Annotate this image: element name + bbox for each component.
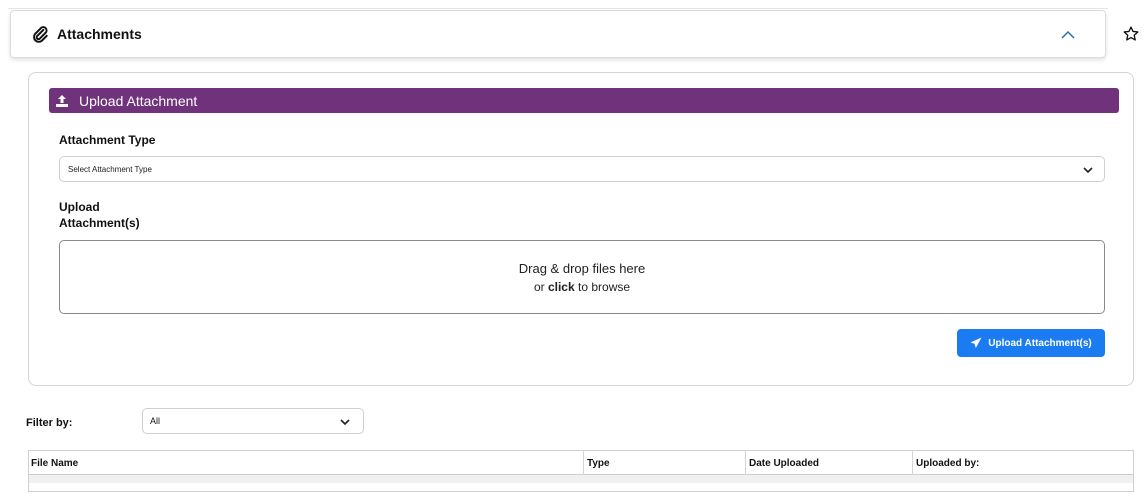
column-header-date-uploaded[interactable]: Date Uploaded	[749, 458, 819, 469]
panel-title: Attachments	[57, 26, 142, 42]
table-row	[29, 475, 1133, 483]
column-divider	[583, 451, 584, 475]
file-dropzone[interactable]: Drag & drop files here or click to brows…	[59, 240, 1105, 314]
attachment-type-label: Attachment Type	[59, 133, 156, 147]
upload-attachments-button[interactable]: Upload Attachment(s)	[957, 329, 1105, 357]
star-icon[interactable]	[1122, 25, 1140, 43]
dropzone-text-line2: or click to browse	[60, 280, 1104, 294]
dropzone-text-line1: Drag & drop files here	[518, 261, 646, 276]
dropzone-suffix: to browse	[574, 280, 631, 294]
upload-button-label: Upload Attachment(s)	[988, 337, 1092, 349]
upload-attachment-card: Upload Attachment Attachment Type Select…	[28, 72, 1134, 386]
column-divider	[745, 451, 746, 475]
chevron-up-icon[interactable]	[1059, 26, 1077, 44]
attachment-type-value: Select Attachment Type	[68, 164, 152, 174]
filter-select[interactable]: All	[142, 408, 364, 434]
column-header-file-name[interactable]: File Name	[31, 458, 78, 469]
upload-section-title: Upload Attachment	[79, 92, 198, 109]
upload-icon	[55, 94, 69, 108]
dropzone-prefix: or	[533, 280, 548, 294]
upload-label-line2: Attachment(s)	[59, 216, 140, 230]
paperclip-icon	[31, 25, 49, 43]
upload-section-bar: Upload Attachment	[49, 88, 1119, 113]
upload-label-line1: Upload	[59, 200, 100, 214]
column-divider	[912, 451, 913, 475]
upload-attachments-label: Upload Attachment(s)	[59, 199, 140, 231]
top-divider	[8, 8, 1108, 9]
attachments-panel-header[interactable]: Attachments	[10, 10, 1106, 58]
filter-value: All	[150, 416, 161, 426]
filter-label: Filter by:	[26, 417, 73, 429]
attachments-table: File Name Type Date Uploaded Uploaded by…	[28, 450, 1134, 492]
chevron-down-icon	[339, 416, 351, 428]
send-icon	[970, 337, 982, 349]
table-header: File Name Type Date Uploaded Uploaded by…	[29, 451, 1133, 475]
column-header-type[interactable]: Type	[587, 458, 610, 469]
attachment-type-select[interactable]: Select Attachment Type	[59, 156, 1105, 182]
chevron-down-icon	[1082, 164, 1094, 176]
dropzone-click-link[interactable]: click	[548, 280, 575, 294]
column-header-uploaded-by[interactable]: Uploaded by:	[916, 458, 979, 469]
